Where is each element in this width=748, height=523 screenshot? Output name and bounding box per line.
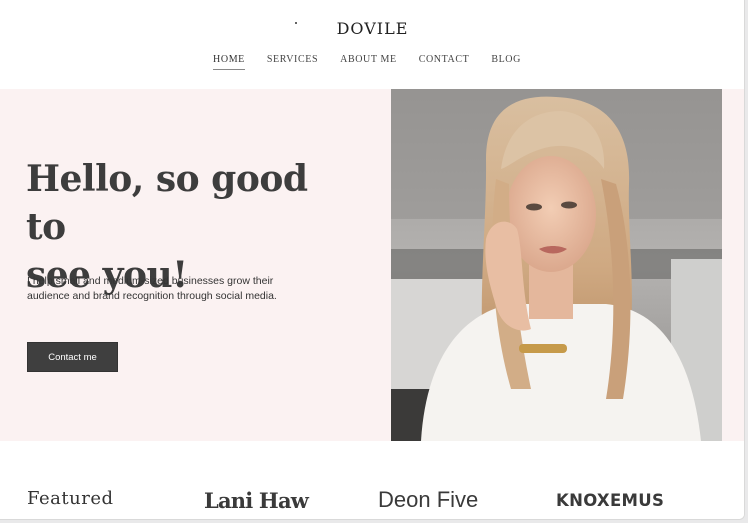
hero-portrait-photo <box>391 89 722 441</box>
brand-logo-knoxemus: KNOXEMUS <box>556 491 665 510</box>
hero-title-line1: Hello, so good to <box>26 158 308 248</box>
nav-about-me[interactable]: ABOUT ME <box>340 54 397 70</box>
site-logo[interactable]: DOVILE <box>0 19 744 38</box>
page-frame: DOVILE HOME SERVICES ABOUT ME CONTACT BL… <box>0 0 745 520</box>
nav-contact[interactable]: CONTACT <box>419 54 470 70</box>
hero-text-line1: I help small and medium-sized businesses… <box>27 275 274 287</box>
nav-home[interactable]: HOME <box>213 54 245 70</box>
contact-me-button[interactable]: Contact me <box>27 342 118 372</box>
hero-text-line2: audience and brand recognition through s… <box>27 290 277 302</box>
hero-section: Hello, so good to see you! I help small … <box>0 89 744 441</box>
nav-services[interactable]: SERVICES <box>267 54 318 70</box>
main-nav: HOME SERVICES ABOUT ME CONTACT BLOG <box>0 54 744 70</box>
hero-description: I help small and medium-sized businesses… <box>27 274 307 304</box>
brand-logo-deon-five: Deon Five <box>378 487 479 512</box>
brand-logo-lani-haw: Lani Haw <box>204 488 309 513</box>
nav-blog[interactable]: BLOG <box>491 54 521 70</box>
featured-label: Featured <box>27 488 114 509</box>
site-header: DOVILE HOME SERVICES ABOUT ME CONTACT BL… <box>0 0 744 89</box>
featured-section: Featured Lani Haw Deon Five KNOXEMUS <box>0 441 744 519</box>
